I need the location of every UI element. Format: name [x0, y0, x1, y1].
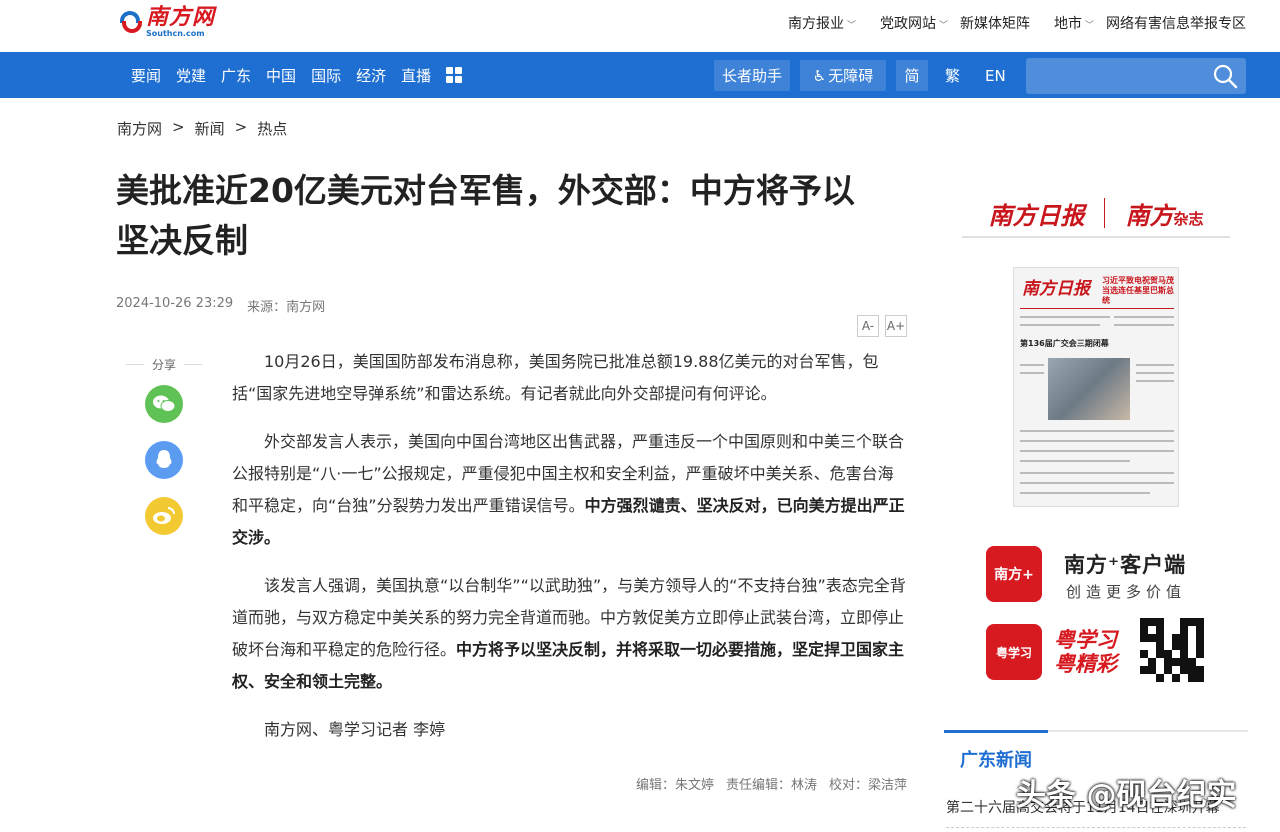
search-input[interactable] [1026, 58, 1196, 94]
breadcrumb-news[interactable]: 新闻 [195, 118, 225, 139]
nav-item-jingji[interactable]: 经济 [356, 65, 386, 86]
article-meta: 2024-10-26 23:29 来源：南方网 [116, 296, 325, 315]
yuexuexi-icon: 粤学习 [986, 624, 1042, 680]
article-date: 2024-10-26 23:29 [116, 296, 234, 311]
accessibility-icon: ♿ [812, 66, 827, 85]
wechat-icon [153, 395, 176, 412]
nanfang-daily-brand[interactable]: 南方日报 [988, 196, 1084, 231]
english-button[interactable]: EN [985, 60, 1006, 91]
top-link-xinmeiti[interactable]: 新媒体矩阵 [960, 13, 1030, 33]
article-title: 美批准近20亿美元对台军售，外交部：中方将予以坚决反制 [116, 171, 855, 260]
qq-icon [156, 450, 172, 468]
apps-grid-icon[interactable] [446, 67, 463, 83]
top-link-dangzheng[interactable]: 党政网站 ﹀ [868, 13, 948, 33]
brand-divider [1104, 198, 1106, 228]
newspaper-masthead: 南方日报 [1022, 279, 1090, 299]
article-body: 10月26日，美国国防部发布消息称，美国务院已批准总额19.88亿美元的对台军售… [232, 346, 908, 762]
watermark: 头条 @砚台纪实 [1016, 778, 1237, 813]
logo-name-cn: 南方网 [146, 4, 216, 30]
chevron-down-icon: ﹀ [938, 21, 948, 31]
nav-item-zhibo[interactable]: 直播 [401, 65, 431, 86]
chevron-down-icon: ﹀ [846, 21, 856, 31]
weibo-share-button[interactable] [145, 497, 183, 535]
logo-icon [118, 7, 144, 37]
qr-code-icon [1140, 618, 1204, 682]
nanfang-plus-icon: 南方+ [986, 546, 1042, 602]
newspaper-headline: 习近平致电祝贺马茂当选连任基里巴斯总统 [1102, 276, 1174, 305]
site-logo[interactable]: 南方网 Southcn.com [118, 5, 215, 38]
article-paragraph: 10月26日，美国国防部发布消息称，美国务院已批准总额19.88亿美元的对台军售… [232, 352, 879, 403]
share-label: 分享 [126, 356, 202, 373]
top-bar: 南方网 Southcn.com 南方报业 ﹀ 党政网站 ﹀ 新媒体矩阵 地市 ﹀ 网络… [0, 0, 1280, 52]
tab-guangdong-news[interactable]: 广东新闻 [960, 746, 1032, 772]
top-link-report[interactable]: 网络有害信息举报专区 [1106, 13, 1246, 33]
search-box [1026, 58, 1246, 94]
nanfang-plus-slogan: 创造更多价值 [1066, 583, 1187, 601]
accessibility-button[interactable]: ♿ 无障碍 [800, 60, 886, 91]
proofreader: 校对：梁洁萍 [828, 778, 907, 793]
article-source: 来源：南方网 [247, 300, 326, 315]
nav-item-guangdong[interactable]: 广东 [221, 65, 251, 86]
main-nav: 要闻 党建 广东 中国 国际 经济 直播 长者助手 ♿ 无障碍 简 繁 EN [0, 52, 1280, 98]
newspaper-brand-header: 南方日报 南方杂志 [962, 190, 1230, 238]
newspaper-front-page[interactable]: 南方日报 习近平致电祝贺马茂当选连任基里巴斯总统 第136届广交会三期闭幕 [1013, 267, 1179, 507]
logo-name-en: Southcn.com [146, 29, 205, 38]
article-editors: 编辑：朱文婷 责任编辑：林涛 校对：梁洁萍 [624, 774, 907, 793]
breadcrumb-separator: > [172, 118, 185, 136]
newspaper-subheadline: 第136届广交会三期闭幕 [1020, 339, 1109, 348]
wechat-share-button[interactable] [145, 385, 183, 423]
nanfang-plus-title[interactable]: 南方⁺客户端 [1064, 549, 1186, 579]
font-decrease-button[interactable]: A- [857, 315, 879, 337]
weibo-icon [153, 507, 175, 524]
article-byline: 南方网、粤学习记者 李婷 [264, 720, 446, 739]
chief-editor: 责任编辑：林涛 [725, 778, 817, 793]
nav-item-dangjian[interactable]: 党建 [176, 65, 206, 86]
breadcrumb: 南方网 > 新闻 > 热点 [117, 118, 287, 139]
top-link-dishi[interactable]: 地市 ﹀ [1042, 13, 1094, 33]
nanfang-plus-app[interactable]: 南方+ [986, 546, 1042, 602]
traditional-button[interactable]: 繁 [945, 60, 960, 91]
breadcrumb-separator: > [234, 118, 248, 136]
nav-item-yaowen[interactable]: 要闻 [131, 65, 161, 86]
breadcrumb-home[interactable]: 南方网 [117, 118, 162, 139]
nav-item-zhongguo[interactable]: 中国 [266, 65, 296, 86]
chevron-down-icon: ﹀ [1084, 21, 1094, 31]
top-link-nanfangbaoye[interactable]: 南方报业 ﹀ [776, 13, 856, 33]
article-paragraph: 外交部发言人表示，美国向中国台湾地区出售武器，严重违反一个中国原则和中美三个联合… [232, 432, 905, 547]
guangdong-news-tab-bar [944, 730, 1248, 733]
nanfang-magazine-brand[interactable]: 南方杂志 [1125, 196, 1203, 231]
elder-helper-button[interactable]: 长者助手 [714, 60, 790, 91]
yuexuexi-text: 粤学习 粤精彩 [1054, 627, 1117, 676]
search-icon[interactable] [1212, 63, 1238, 89]
editor: 编辑：朱文婷 [635, 778, 714, 793]
nav-item-guoji[interactable]: 国际 [311, 65, 341, 86]
article-paragraph: 该发言人强调，美国执意“以台制华”“以武助独”，与美方领导人的“不支持台独”表态… [232, 576, 906, 691]
top-links: 南方报业 ﹀ 党政网站 ﹀ 新媒体矩阵 地市 ﹀ 网络有害信息举报专区 [764, 13, 1246, 33]
yuexuexi-app[interactable]: 粤学习 [986, 624, 1042, 680]
simplified-button[interactable]: 简 [896, 60, 928, 91]
newspaper-photo [1048, 358, 1130, 420]
breadcrumb-hot[interactable]: 热点 [257, 118, 287, 139]
font-increase-button[interactable]: A+ [885, 315, 907, 337]
qq-share-button[interactable] [145, 441, 183, 479]
